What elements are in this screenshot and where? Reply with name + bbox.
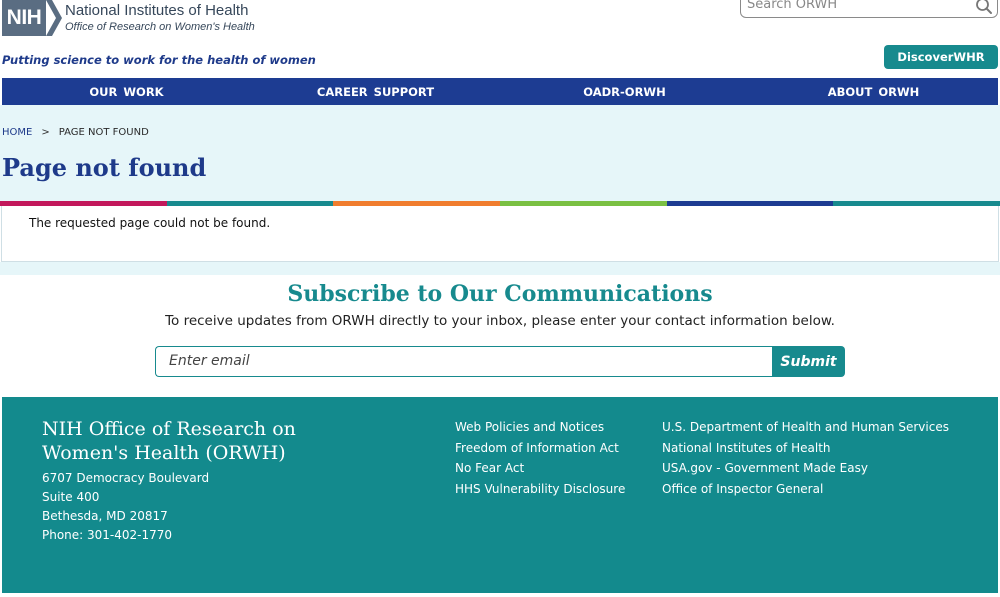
site-header: NIH National Institutes of Health Office… [0, 0, 1000, 78]
nav-item-label: CAREER SUPPORT [316, 84, 435, 99]
main-nav: OUR WORK CAREER SUPPORT OADR-ORWH ABOUT … [2, 78, 998, 105]
address-line: 6707 Democracy Boulevard [42, 471, 210, 485]
search-placeholder: Search ORWH [747, 0, 838, 12]
nav-item-oadr-orwh[interactable]: OADR-ORWH [500, 78, 749, 105]
nih-chevron-icon [46, 0, 62, 36]
page-header-region: HOME > PAGE NOT FOUND Page not found [0, 105, 1000, 201]
footer-links-government: U.S. Department of Health and Human Serv… [662, 417, 949, 500]
nav-item-label: OUR WORK [89, 84, 164, 99]
discover-whr-button[interactable]: DiscoverWHR [884, 45, 998, 69]
nav-item-about-orwh[interactable]: ABOUT ORWH [749, 78, 998, 105]
content-panel: The requested page could not be found. [1, 206, 999, 262]
logo-subtitle: Office of Research on Women's Health [65, 21, 255, 33]
email-field[interactable]: Enter email [155, 346, 773, 377]
search-icon[interactable] [975, 0, 993, 15]
footer-link-hhs[interactable]: U.S. Department of Health and Human Serv… [662, 417, 949, 438]
breadcrumb: HOME > PAGE NOT FOUND [2, 127, 149, 138]
logo-text: National Institutes of Health Office of … [65, 2, 255, 34]
address-line: Bethesda, MD 20817 [42, 509, 168, 523]
nih-logo-mark: NIH [2, 0, 46, 36]
footer-link-inspector-general[interactable]: Office of Inspector General [662, 479, 949, 500]
address-line: Suite 400 [42, 490, 100, 504]
footer-link-hhs-vulnerability[interactable]: HHS Vulnerability Disclosure [455, 479, 625, 500]
nih-logo[interactable]: NIH National Institutes of Health Office… [2, 0, 255, 36]
subscribe-section: Subscribe to Our Communications To recei… [0, 275, 1000, 397]
subscribe-title: Subscribe to Our Communications [287, 281, 713, 307]
breadcrumb-separator: > [41, 127, 50, 138]
footer-address: 6707 Democracy Boulevard Suite 400 Bethe… [42, 469, 209, 545]
subscribe-description: To receive updates from ORWH directly to… [165, 313, 835, 329]
nav-item-career-support[interactable]: CAREER SUPPORT [251, 78, 500, 105]
footer-links-policies: Web Policies and Notices Freedom of Info… [455, 417, 625, 500]
nav-item-label: ABOUT ORWH [827, 84, 920, 99]
footer-link-foia[interactable]: Freedom of Information Act [455, 438, 625, 459]
not-found-message: The requested page could not be found. [29, 216, 271, 230]
nav-item-label: OADR-ORWH [583, 84, 666, 99]
site-footer: NIH Office of Research on Women's Health… [2, 397, 998, 593]
footer-link-nih[interactable]: National Institutes of Health [662, 438, 949, 459]
footer-org-line: NIH Office of Research on [42, 418, 296, 440]
submit-button[interactable]: Submit [772, 346, 845, 377]
section-spacer [0, 262, 1000, 275]
footer-link-usa-gov[interactable]: USA.gov - Government Made Easy [662, 458, 949, 479]
breadcrumb-current: PAGE NOT FOUND [58, 127, 149, 138]
breadcrumb-home-link[interactable]: HOME [2, 127, 32, 138]
search-input[interactable]: Search ORWH [740, 0, 998, 18]
footer-phone: Phone: 301-402-1770 [42, 528, 173, 542]
page-title: Page not found [2, 153, 207, 182]
email-placeholder: Enter email [169, 353, 250, 369]
footer-org-name: NIH Office of Research on Women's Health… [42, 417, 296, 465]
site-tagline: Putting science to work for the health o… [2, 53, 316, 67]
nav-item-our-work[interactable]: OUR WORK [2, 78, 251, 105]
footer-link-web-policies[interactable]: Web Policies and Notices [455, 417, 625, 438]
footer-link-no-fear-act[interactable]: No Fear Act [455, 458, 625, 479]
footer-org-line: Women's Health (ORWH) [42, 442, 286, 464]
logo-title: National Institutes of Health [65, 2, 249, 19]
